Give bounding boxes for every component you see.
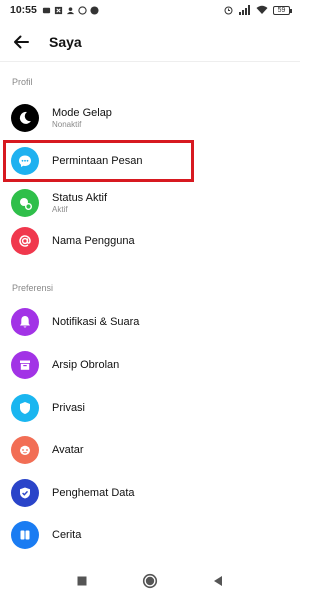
menu-item-label: Penghemat Data [52, 486, 135, 499]
menu-item-nama-pengguna[interactable]: Nama Pengguna [0, 221, 300, 261]
menu-item-privasi[interactable]: Privasi [0, 388, 300, 428]
section-label-profil: Profil [12, 77, 33, 87]
signal-icon [239, 5, 250, 15]
shield-icon [11, 394, 39, 422]
arrow-left-icon [14, 35, 29, 48]
back-button[interactable] [1, 22, 41, 62]
menu-item-mode-gelap[interactable]: Mode Gelap Nonaktif [0, 98, 300, 138]
section-label-preferensi: Preferensi [12, 283, 54, 293]
message-icon [42, 7, 50, 13]
home-button[interactable] [142, 573, 158, 589]
page-title: Saya [49, 33, 82, 50]
status-bar: 10:55 59 [0, 0, 300, 20]
menu-item-avatar[interactable]: Avatar [0, 430, 300, 470]
app-bar: Saya [0, 22, 300, 62]
menu-item-arsip-obrolan[interactable]: Arsip Obrolan [0, 345, 300, 385]
alarm-icon [224, 6, 233, 15]
square-icon [77, 576, 87, 586]
menu-item-notifikasi[interactable]: Notifikasi & Suara [0, 302, 300, 342]
menu-item-label: Avatar [52, 443, 84, 456]
menu-item-status-aktif[interactable]: Status Aktif Aktif [0, 183, 300, 223]
menu-item-sublabel: Nonaktif [52, 119, 82, 129]
menu-item-cerita[interactable]: Cerita [0, 515, 300, 555]
notification-icons [42, 5, 99, 15]
back-nav-button[interactable] [210, 573, 226, 589]
menu-item-sublabel: Aktif [52, 204, 68, 214]
menu-item-label: Status Aktif [52, 191, 108, 204]
battery-indicator: 59 [273, 5, 292, 15]
active-status-icon [11, 189, 39, 217]
menu-item-label: Nama Pengguna [52, 234, 135, 247]
menu-item-label: Privasi [52, 401, 86, 414]
bell-icon [11, 308, 39, 336]
avatar-face-icon [11, 436, 39, 464]
system-icons: 59 [223, 5, 292, 15]
menu-item-label: Mode Gelap [52, 106, 112, 119]
status-time: 10:55 [10, 4, 37, 16]
menu-item-penghemat-data[interactable]: Penghemat Data [0, 473, 300, 513]
menu-item-label: Notifikasi & Suara [52, 315, 140, 328]
moon-icon [11, 104, 39, 132]
person-icon [66, 6, 74, 14]
triangle-back-icon [214, 576, 222, 586]
recent-apps-button[interactable] [74, 573, 90, 589]
menu-item-label: Arsip Obrolan [52, 358, 120, 371]
archive-icon [11, 351, 39, 379]
data-saver-icon [11, 479, 39, 507]
menu-item-label: Cerita [52, 528, 82, 541]
whatsapp-icon [78, 5, 87, 15]
highlight-box [3, 140, 194, 182]
wifi-icon [256, 5, 268, 14]
spotify-icon [90, 5, 99, 15]
at-icon [11, 227, 39, 255]
stories-icon [11, 521, 39, 549]
circle-icon [142, 573, 158, 589]
system-nav-bar [0, 562, 300, 600]
cross-icon [54, 6, 62, 14]
